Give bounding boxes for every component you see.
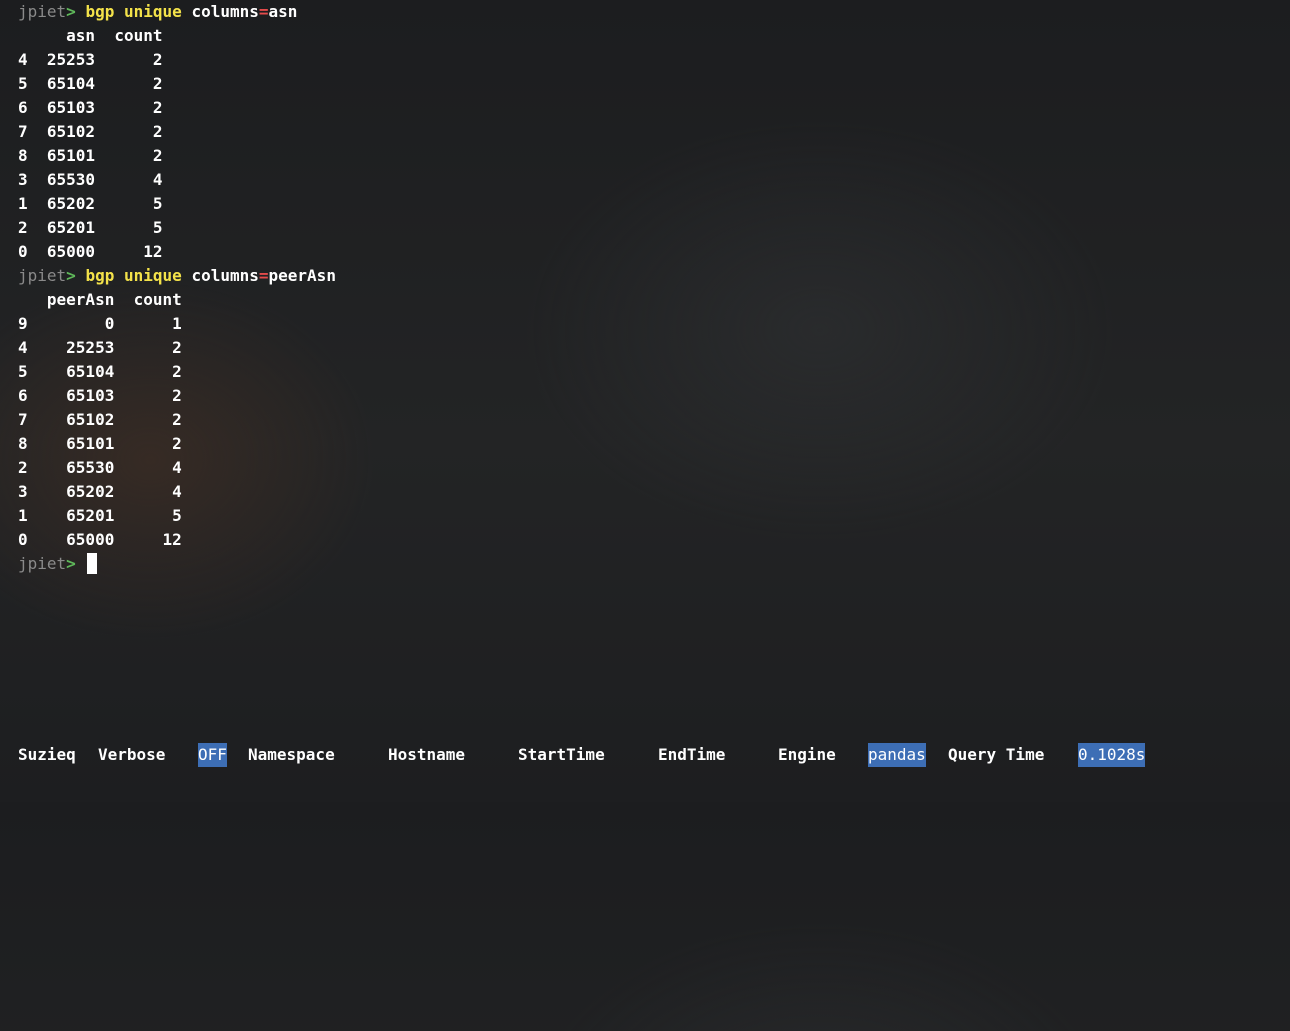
status-namespace-label: Namespace (248, 745, 335, 764)
status-querytime-label: Query Time (948, 745, 1045, 764)
prompt-user: jpiet (18, 2, 67, 21)
table-row: 0 65000 12 (18, 530, 182, 549)
status-hostname-label: Hostname (388, 745, 466, 764)
table-row: 7 65102 2 (18, 410, 182, 429)
table-row: 1 65201 5 (18, 506, 182, 525)
table-header: asn count (18, 26, 163, 45)
table-row: 9 0 1 (18, 314, 182, 333)
table-row: 3 65202 4 (18, 482, 182, 501)
command-line-2: jpiet> bgp unique columns=peerAsn (18, 264, 336, 288)
prompt-user: jpiet (18, 554, 67, 573)
command-arg-value: asn (268, 2, 298, 21)
prompt-symbol: > (66, 2, 76, 21)
table-row: 2 65530 4 (18, 458, 182, 477)
table-row: 4 25253 2 (18, 50, 163, 69)
command-equals: = (258, 2, 269, 21)
terminal-output[interactable]: jpiet> bgp unique columns=asn asn count … (18, 0, 1278, 720)
status-verbose-label: Verbose (98, 745, 166, 764)
table-row: 6 65103 2 (18, 98, 163, 117)
status-querytime-value: 0.1028s (1078, 743, 1146, 767)
command-subverb: unique (124, 266, 182, 285)
status-app-name: Suzieq (18, 745, 76, 764)
status-starttime-label: StartTime (518, 745, 605, 764)
table-row: 3 65530 4 (18, 170, 163, 189)
command-arg-key: columns (191, 2, 259, 21)
table-row: 4 25253 2 (18, 338, 182, 357)
prompt-symbol: > (66, 554, 76, 573)
table-row: 8 65101 2 (18, 146, 163, 165)
text-cursor[interactable] (87, 553, 98, 574)
prompt-user: jpiet (18, 266, 67, 285)
status-engine-label: Engine (778, 745, 836, 764)
status-endtime-label: EndTime (658, 745, 726, 764)
status-bar: Suzieq Verbose OFF Namespace Hostname St… (18, 743, 1278, 767)
table-row: 0 65000 12 (18, 242, 163, 261)
status-engine-value: pandas (868, 743, 926, 767)
command-arg-value: peerAsn (268, 266, 336, 285)
command-line-1: jpiet> bgp unique columns=asn (18, 0, 297, 24)
table-header: peerAsn count (18, 290, 182, 309)
table-row: 2 65201 5 (18, 218, 163, 237)
command-verb: bgp (85, 266, 115, 285)
table-row: 7 65102 2 (18, 122, 163, 141)
active-prompt-line[interactable]: jpiet> (18, 552, 98, 576)
command-equals: = (258, 266, 269, 285)
command-arg-key: columns (191, 266, 259, 285)
command-subverb: unique (124, 2, 182, 21)
table-row: 1 65202 5 (18, 194, 163, 213)
status-verbose-value: OFF (198, 743, 227, 767)
command-verb: bgp (85, 2, 115, 21)
table-row: 5 65104 2 (18, 362, 182, 381)
table-row: 8 65101 2 (18, 434, 182, 453)
prompt-symbol: > (66, 266, 76, 285)
table-row: 5 65104 2 (18, 74, 163, 93)
table-row: 6 65103 2 (18, 386, 182, 405)
